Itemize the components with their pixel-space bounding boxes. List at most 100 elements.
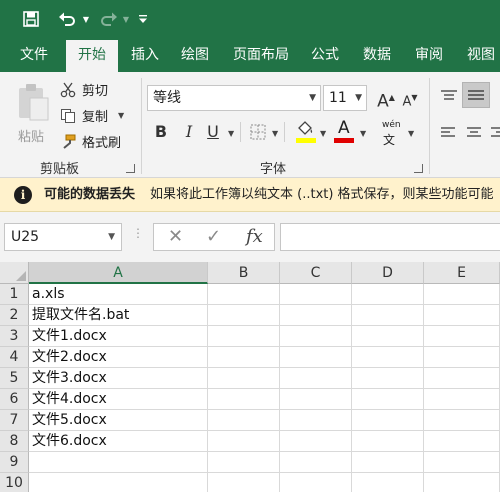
cell-c5[interactable] xyxy=(280,368,352,389)
row-header[interactable]: 3 xyxy=(0,326,29,347)
column-header-e[interactable]: E xyxy=(424,262,500,284)
insert-function-button[interactable]: fx xyxy=(246,226,263,247)
cell-c4[interactable] xyxy=(280,347,352,368)
row-header[interactable]: 9 xyxy=(0,452,29,473)
row-header[interactable]: 4 xyxy=(0,347,29,368)
row-header[interactable]: 1 xyxy=(0,284,29,305)
tab-insert[interactable]: 插入 xyxy=(122,38,168,72)
cell-c10[interactable] xyxy=(280,473,352,492)
phonetic-dropdown-icon[interactable]: ▼ xyxy=(408,129,414,138)
worksheet-grid[interactable]: ABCDE 1 a.xls 2 提取文件名.bat 3 文件1.docx 4 文件2.docx… xyxy=(0,262,500,492)
cell-a9[interactable] xyxy=(29,452,208,473)
underline-button[interactable]: U xyxy=(204,120,222,144)
cell-c6[interactable] xyxy=(280,389,352,410)
cell-d6[interactable] xyxy=(352,389,424,410)
cancel-icon[interactable]: ✕ xyxy=(168,226,183,247)
tab-home[interactable]: 开始 xyxy=(66,40,118,72)
font-name-select[interactable]: 等线 ▼ xyxy=(147,85,321,111)
border-icon[interactable] xyxy=(250,124,266,144)
border-dropdown-icon[interactable]: ▼ xyxy=(272,129,278,138)
cell-c8[interactable] xyxy=(280,431,352,452)
tab-page-layout[interactable]: 页面布局 xyxy=(226,38,296,72)
align-top-icon[interactable] xyxy=(440,90,458,108)
fill-color-button[interactable] xyxy=(296,120,316,146)
cell-a5[interactable]: 文件3.docx xyxy=(29,368,208,389)
cell-c1[interactable] xyxy=(280,284,352,305)
undo-icon[interactable] xyxy=(54,6,80,32)
row-header[interactable]: 8 xyxy=(0,431,29,452)
italic-button[interactable]: I xyxy=(180,120,198,144)
font-launcher-icon[interactable] xyxy=(414,164,423,173)
cell-e4[interactable] xyxy=(424,347,500,368)
cell-a6[interactable]: 文件4.docx xyxy=(29,389,208,410)
grow-font-button[interactable]: A▲ xyxy=(376,86,396,112)
cell-a1[interactable]: a.xls xyxy=(29,284,208,305)
save-icon[interactable] xyxy=(18,6,44,32)
formula-bar-grip[interactable]: ⋮ xyxy=(132,226,144,248)
clipboard-launcher-icon[interactable] xyxy=(126,164,135,173)
redo-icon[interactable] xyxy=(96,6,122,32)
enter-icon[interactable]: ✓ xyxy=(206,226,221,247)
cell-d4[interactable] xyxy=(352,347,424,368)
select-all-button[interactable] xyxy=(0,262,29,284)
tab-view[interactable]: 视图 xyxy=(458,38,500,72)
redo-dropdown-icon[interactable]: ▼ xyxy=(120,6,132,32)
cell-b8[interactable] xyxy=(208,431,280,452)
format-painter-button[interactable]: 格式刷 xyxy=(60,132,121,151)
row-header[interactable]: 6 xyxy=(0,389,29,410)
phonetic-button[interactable]: wén 文 xyxy=(380,120,404,147)
cell-b7[interactable] xyxy=(208,410,280,431)
cell-b10[interactable] xyxy=(208,473,280,492)
undo-dropdown-icon[interactable]: ▼ xyxy=(80,6,92,32)
cell-a4[interactable]: 文件2.docx xyxy=(29,347,208,368)
fill-dropdown-icon[interactable]: ▼ xyxy=(320,129,326,138)
cell-e1[interactable] xyxy=(424,284,500,305)
cell-d9[interactable] xyxy=(352,452,424,473)
cell-a8[interactable]: 文件6.docx xyxy=(29,431,208,452)
tab-data[interactable]: 数据 xyxy=(354,38,400,72)
name-box[interactable]: U25 ▼ xyxy=(4,223,122,251)
cell-e7[interactable] xyxy=(424,410,500,431)
cell-d3[interactable] xyxy=(352,326,424,347)
align-center-icon[interactable] xyxy=(466,126,482,144)
row-header[interactable]: 5 xyxy=(0,368,29,389)
cell-b3[interactable] xyxy=(208,326,280,347)
column-header-d[interactable]: D xyxy=(352,262,424,284)
font-color-button[interactable]: A xyxy=(334,118,354,146)
cell-b1[interactable] xyxy=(208,284,280,305)
cell-b2[interactable] xyxy=(208,305,280,326)
cell-a7[interactable]: 文件5.docx xyxy=(29,410,208,431)
cell-c3[interactable] xyxy=(280,326,352,347)
font-size-select[interactable]: 11 ▼ xyxy=(323,85,367,111)
cut-button[interactable]: 剪切 xyxy=(60,80,108,99)
cell-d10[interactable] xyxy=(352,473,424,492)
cell-d8[interactable] xyxy=(352,431,424,452)
row-header[interactable]: 10 xyxy=(0,473,29,492)
cell-d2[interactable] xyxy=(352,305,424,326)
cell-d5[interactable] xyxy=(352,368,424,389)
cell-c9[interactable] xyxy=(280,452,352,473)
paste-button[interactable]: 粘贴 xyxy=(14,80,52,152)
align-middle-button[interactable] xyxy=(462,82,490,108)
tab-review[interactable]: 审阅 xyxy=(406,38,452,72)
column-header-c[interactable]: C xyxy=(280,262,352,284)
cell-e5[interactable] xyxy=(424,368,500,389)
cell-c2[interactable] xyxy=(280,305,352,326)
cell-d1[interactable] xyxy=(352,284,424,305)
column-header-b[interactable]: B xyxy=(208,262,280,284)
cell-b4[interactable] xyxy=(208,347,280,368)
align-right-icon[interactable] xyxy=(490,126,500,144)
align-left-icon[interactable] xyxy=(440,126,456,144)
copy-dropdown-icon[interactable]: ▼ xyxy=(118,111,124,120)
cell-e2[interactable] xyxy=(424,305,500,326)
customize-qat-icon[interactable] xyxy=(136,6,150,32)
cell-d7[interactable] xyxy=(352,410,424,431)
formula-input[interactable] xyxy=(280,223,500,251)
cell-e10[interactable] xyxy=(424,473,500,492)
tab-file[interactable]: 文件 xyxy=(8,38,60,72)
cell-e9[interactable] xyxy=(424,452,500,473)
cell-b5[interactable] xyxy=(208,368,280,389)
cell-b9[interactable] xyxy=(208,452,280,473)
copy-button[interactable]: 复制 ▼ xyxy=(60,106,124,125)
cell-e8[interactable] xyxy=(424,431,500,452)
